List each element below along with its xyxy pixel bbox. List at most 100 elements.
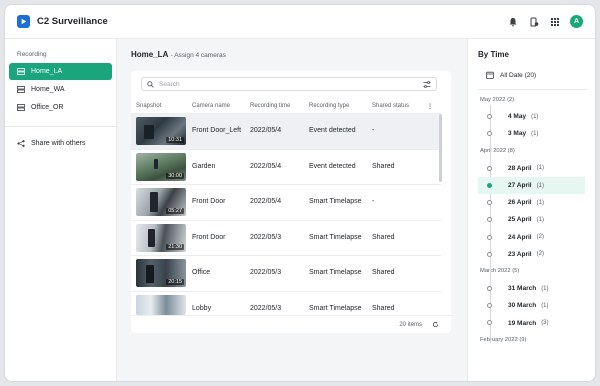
snapshot-thumbnail[interactable]: 20:15 bbox=[136, 259, 186, 287]
date-item[interactable]: 4 May (1) bbox=[478, 108, 585, 125]
date-item-selected[interactable]: 27 April (1) bbox=[478, 176, 585, 195]
timeline-dot bbox=[487, 182, 492, 188]
column-header[interactable]: Recording time bbox=[250, 103, 290, 109]
date-label: 31 March bbox=[508, 285, 537, 293]
date-item[interactable]: 30 March (1) bbox=[478, 297, 585, 314]
apps-grid-icon[interactable] bbox=[549, 16, 560, 27]
table-footer: 20 items bbox=[131, 315, 451, 333]
recording-time: 2022/05/4 bbox=[250, 127, 282, 134]
site-name: Home_LA bbox=[131, 50, 169, 59]
snapshot-thumbnail[interactable]: 30:00 bbox=[136, 152, 186, 181]
date-item[interactable]: 24 April (2) bbox=[478, 229, 585, 246]
date-count: (2) bbox=[536, 234, 544, 241]
column-header[interactable]: Camera name bbox=[192, 103, 230, 109]
filter-icon[interactable] bbox=[423, 80, 431, 88]
date-label: 23 April bbox=[508, 250, 532, 258]
time-filter-panel: By Time All Date (20) May 2022 (2) 4 May… bbox=[467, 39, 595, 381]
date-item[interactable]: 19 March (3) bbox=[478, 314, 585, 331]
main-panel: Home_LA - Assign 4 cameras Search Snapsh… bbox=[117, 39, 467, 381]
date-item[interactable]: 3 May (1) bbox=[478, 125, 585, 142]
sidebar-item-office-or[interactable]: Office_OR bbox=[9, 99, 112, 116]
calendar-icon bbox=[486, 71, 494, 79]
recordings-card: Search Snapshot Camera name Recording ti… bbox=[131, 71, 451, 333]
table-row[interactable]: 10:31 Front Door_Left 2022/05/4 Event de… bbox=[131, 113, 441, 149]
all-date-filter[interactable]: All Date (20) bbox=[486, 71, 536, 79]
date-label: 28 April bbox=[508, 164, 532, 172]
timeline-dot bbox=[487, 165, 492, 171]
date-label: 26 April bbox=[508, 199, 532, 207]
duration-badge: 21:30 bbox=[166, 243, 184, 250]
table-scrollbar[interactable] bbox=[439, 114, 442, 182]
snapshot-thumbnail[interactable] bbox=[136, 294, 186, 315]
timeline-dot bbox=[487, 131, 492, 137]
shared-status: Shared bbox=[372, 269, 395, 276]
search-placeholder: Search bbox=[159, 80, 180, 88]
recording-type: Event detected bbox=[309, 127, 356, 134]
date-count: (3) bbox=[541, 320, 549, 327]
column-header[interactable]: Shared status bbox=[372, 103, 409, 109]
sidebar-item-home-wa[interactable]: Home_WA bbox=[9, 81, 112, 98]
date-item[interactable]: 26 April (1) bbox=[478, 194, 585, 211]
table-row[interactable]: 21:30 Front Door 2022/05/3 Smart Timelap… bbox=[131, 219, 441, 256]
recording-type: Smart Timelapse bbox=[309, 269, 362, 276]
bell-icon[interactable] bbox=[507, 16, 518, 27]
page-title: Home_LA - Assign 4 cameras bbox=[131, 50, 226, 59]
snapshot-thumbnail[interactable]: 05:27 bbox=[136, 188, 186, 216]
camera-name: Front Door bbox=[192, 233, 226, 241]
date-item[interactable]: 25 April (1) bbox=[478, 211, 585, 228]
refresh-icon[interactable] bbox=[432, 321, 439, 328]
shared-status: - bbox=[372, 127, 375, 134]
date-item[interactable]: 23 April (2) bbox=[478, 246, 585, 263]
share-with-others-button[interactable]: Share with others bbox=[9, 135, 112, 152]
date-item[interactable]: 28 April (1) bbox=[478, 160, 585, 177]
date-count: (1) bbox=[531, 113, 539, 120]
date-count: (1) bbox=[531, 130, 539, 137]
timeline-dot bbox=[487, 286, 492, 292]
column-header[interactable]: Snapshot bbox=[136, 103, 161, 109]
snapshot-thumbnail[interactable]: 10:31 bbox=[136, 117, 186, 145]
camera-name: Front Door_Left bbox=[192, 127, 242, 134]
snapshot-thumbnail[interactable]: 21:30 bbox=[136, 223, 186, 252]
recording-time: 2022/05/4 bbox=[250, 198, 282, 205]
search-input[interactable]: Search bbox=[141, 77, 437, 91]
column-header[interactable]: Recording type bbox=[309, 103, 349, 109]
date-label: 24 April bbox=[508, 233, 532, 241]
app-window: C2 Surveillance A Recording Home_LA Home… bbox=[4, 4, 596, 382]
month-header[interactable]: March 2022 (5) bbox=[468, 263, 595, 280]
month-header[interactable]: May 2022 (2) bbox=[468, 91, 595, 108]
recording-time: 2022/05/3 bbox=[250, 233, 282, 241]
recording-time: 2022/05/4 bbox=[250, 162, 282, 170]
table-row[interactable]: 20:15 Office 2022/05/3 Smart Timelapse S… bbox=[131, 255, 441, 291]
site-subtitle: - Assign 4 cameras bbox=[170, 52, 226, 59]
recording-time: 2022/05/3 bbox=[250, 269, 282, 276]
duration-badge: 10:31 bbox=[166, 137, 184, 143]
timeline-dot bbox=[487, 251, 492, 257]
date-item[interactable]: 31 March (1) bbox=[478, 280, 585, 297]
recordings-table: 10:31 Front Door_Left 2022/05/4 Event de… bbox=[131, 113, 441, 326]
month-header[interactable]: February 2022 (9) bbox=[468, 332, 595, 349]
recording-time: 2022/05/3 bbox=[250, 304, 282, 312]
date-label: 25 April bbox=[508, 216, 532, 224]
date-count: (1) bbox=[541, 285, 549, 292]
duration-badge: 05:27 bbox=[166, 208, 184, 214]
server-icon bbox=[17, 104, 25, 111]
shared-status: Shared bbox=[372, 233, 395, 241]
table-row[interactable]: 05:27 Front Door 2022/05/4 Smart Timelap… bbox=[131, 184, 441, 220]
sidebar-item-label: Home_LA bbox=[31, 68, 63, 75]
device-settings-icon[interactable] bbox=[528, 16, 539, 27]
timeline-dot bbox=[487, 303, 492, 309]
recording-type: Event detected bbox=[309, 162, 356, 170]
duration-badge: 30:00 bbox=[166, 172, 184, 179]
month-header[interactable]: April 2022 (8) bbox=[468, 143, 595, 160]
date-label: 3 May bbox=[508, 130, 527, 138]
app-title: C2 Surveillance bbox=[37, 16, 108, 27]
item-count: 20 items bbox=[399, 321, 422, 328]
recording-type: Smart Timelapse bbox=[309, 198, 362, 205]
camera-name: Front Door bbox=[192, 198, 226, 205]
sidebar-item-home-la[interactable]: Home_LA bbox=[9, 63, 112, 80]
avatar[interactable]: A bbox=[570, 15, 583, 28]
table-row[interactable]: 30:00 Garden 2022/05/4 Event detected Sh… bbox=[131, 148, 441, 185]
recording-type: Smart Timelapse bbox=[309, 233, 362, 241]
date-count: (1) bbox=[541, 302, 549, 309]
more-columns-icon[interactable]: ⋮ bbox=[427, 103, 433, 110]
